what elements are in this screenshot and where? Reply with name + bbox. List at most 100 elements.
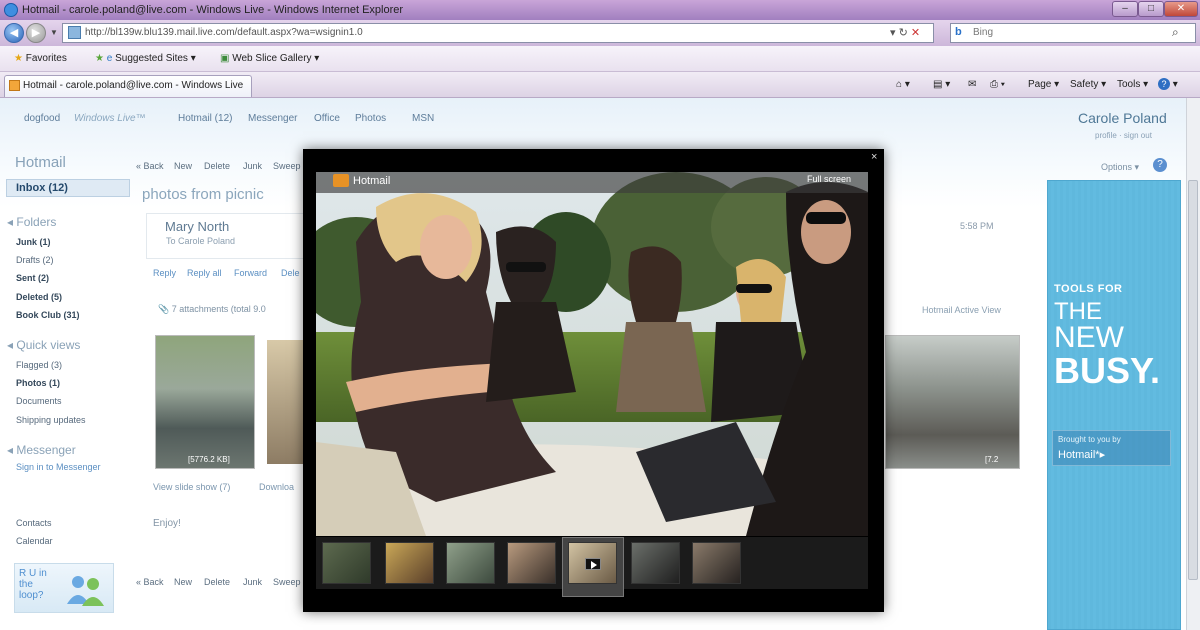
sidebar-item-book-club[interactable]: Book Club (31) — [16, 310, 80, 320]
search-icon[interactable]: ⌕ — [1172, 25, 1179, 40]
favorites-button[interactable]: ★ Favorites — [14, 51, 67, 67]
tools-menu[interactable]: Tools ▾ — [1117, 77, 1148, 93]
attachments-summary: 📎 7 attachments (total 9.0 — [158, 304, 266, 314]
window-titlebar: Hotmail - carole.poland@live.com - Windo… — [0, 0, 1200, 20]
viewer-brand: Hotmail — [353, 175, 391, 187]
strip-thumbnail[interactable] — [322, 542, 371, 584]
view-slideshow-link[interactable]: View slide show (7) — [153, 482, 230, 492]
topnav-photos[interactable]: Photos — [355, 113, 386, 124]
viewer-header — [316, 172, 868, 193]
reply-link[interactable]: Reply — [153, 268, 176, 278]
sidebar-item-documents[interactable]: Documents — [16, 396, 62, 406]
home-icon[interactable]: ⌂ ▾ — [896, 77, 910, 93]
user-name[interactable]: Carole Poland — [1078, 110, 1167, 126]
scrollbar-thumb[interactable] — [1188, 180, 1198, 580]
search-input[interactable]: Bing — [950, 23, 1196, 43]
forward-link[interactable]: Forward — [234, 268, 267, 278]
delete-button[interactable]: Delete — [204, 161, 230, 171]
main-photo[interactable] — [316, 172, 868, 536]
back-link-bottom[interactable]: « Back — [136, 577, 164, 587]
address-controls[interactable]: ▾ ↻ ✕ — [890, 24, 920, 42]
topnav-hotmail[interactable]: Hotmail (12) — [178, 113, 232, 124]
suggested-sites-link[interactable]: ★ e Suggested Sites ▾ — [95, 51, 196, 67]
message-subject: photos from picnic — [142, 186, 264, 203]
ad-sponsor-brand[interactable]: Hotmail*▸ — [1058, 448, 1105, 461]
strip-thumbnail[interactable] — [631, 542, 680, 584]
attachment-thumbnail[interactable] — [267, 340, 307, 464]
folders-header[interactable]: ◂ Folders — [7, 215, 56, 229]
attachment-thumbnail[interactable] — [155, 335, 255, 469]
contacts-link[interactable]: Contacts — [16, 518, 52, 528]
feeds-icon[interactable]: ▤ ▾ — [933, 77, 950, 93]
profile-signout-links[interactable]: profile · sign out — [1095, 131, 1152, 140]
back-link[interactable]: « Back — [136, 161, 164, 171]
reply-all-link[interactable]: Reply all — [187, 268, 222, 278]
page-icon — [68, 26, 81, 39]
strip-thumbnail[interactable] — [385, 542, 434, 584]
new-button-bottom[interactable]: New — [174, 577, 192, 587]
sidebar-item-inbox[interactable]: Inbox (12) — [6, 179, 130, 197]
advertisement[interactable] — [1047, 180, 1181, 630]
strip-thumbnail[interactable] — [692, 542, 741, 584]
sign-in-messenger-link[interactable]: Sign in to Messenger — [16, 462, 101, 472]
tab-hotmail[interactable]: Hotmail - carole.poland@live.com - Windo… — [4, 75, 252, 97]
ad-line-1: TOOLS FOR — [1054, 283, 1123, 295]
messenger-buddies-icon — [67, 576, 104, 606]
dogfood-link[interactable]: dogfood — [24, 113, 60, 124]
refresh-icon[interactable]: ↻ — [899, 27, 908, 39]
message-body: Enjoy! — [153, 518, 181, 529]
attachment-thumbnail[interactable] — [885, 335, 1020, 469]
close-window-button[interactable]: ✕ — [1164, 1, 1198, 17]
address-input[interactable]: http://bl139w.blu139.mail.live.com/defau… — [62, 23, 934, 43]
sidebar-item-junk[interactable]: Junk (1) — [16, 237, 51, 247]
page-menu[interactable]: Page ▾ — [1028, 77, 1059, 93]
strip-thumbnail[interactable] — [507, 542, 556, 584]
maximize-button[interactable]: □ — [1138, 1, 1164, 17]
safety-menu[interactable]: Safety ▾ — [1070, 77, 1106, 93]
full-screen-button[interactable]: Full screen — [807, 174, 851, 184]
play-icon[interactable] — [585, 558, 601, 570]
calendar-link[interactable]: Calendar — [16, 536, 53, 546]
topnav-messenger[interactable]: Messenger — [248, 113, 297, 124]
options-menu[interactable]: Options ▾ — [1101, 162, 1139, 173]
messenger-header[interactable]: ◂ Messenger — [7, 443, 76, 457]
help-menu-icon[interactable]: ? ▾ — [1158, 77, 1178, 93]
windows-live-logo[interactable]: Windows Live™ — [74, 113, 146, 124]
topnav-office[interactable]: Office — [314, 113, 340, 124]
window-title: Hotmail - carole.poland@live.com - Windo… — [22, 4, 404, 16]
sidebar-item-photos[interactable]: Photos (1) — [16, 378, 60, 388]
sweep-button-bottom[interactable]: Sweep — [273, 577, 301, 587]
sweep-button[interactable]: Sweep — [273, 161, 301, 171]
print-icon[interactable]: ⎙ ▾ — [990, 77, 1005, 93]
mail-icon[interactable]: ✉ — [968, 77, 976, 93]
strip-thumbnail[interactable] — [446, 542, 495, 584]
sidebar-item-deleted[interactable]: Deleted (5) — [16, 292, 62, 302]
new-button[interactable]: New — [174, 161, 192, 171]
forward-arrow-icon[interactable]: ▶ — [26, 23, 46, 43]
ad-line-4: BUSY. — [1054, 350, 1161, 391]
sidebar-item-drafts[interactable]: Drafts (2) — [16, 255, 54, 265]
sidebar-item-flagged[interactable]: Flagged (3) — [16, 360, 62, 370]
favorites-add-icon: ★ — [95, 53, 104, 64]
star-icon: ★ — [14, 53, 23, 64]
recipient-line: To Carole Poland — [166, 236, 236, 246]
quick-views-header[interactable]: ◂ Quick views — [7, 338, 80, 352]
close-icon[interactable]: × — [871, 151, 877, 163]
web-slice-icon: ▣ — [220, 53, 230, 64]
junk-button[interactable]: Junk — [243, 161, 262, 171]
junk-button-bottom[interactable]: Junk — [243, 577, 262, 587]
minimize-button[interactable]: – — [1112, 1, 1138, 17]
web-slice-gallery-link[interactable]: ▣ Web Slice Gallery ▾ — [220, 51, 319, 67]
stop-icon[interactable]: ✕ — [911, 27, 920, 39]
back-arrow-icon[interactable]: ◀ — [4, 23, 24, 43]
delete-button-bottom[interactable]: Delete — [204, 577, 230, 587]
help-icon[interactable]: ? — [1153, 158, 1167, 172]
download-link[interactable]: Downloa — [259, 482, 294, 492]
delete-link[interactable]: Dele — [281, 268, 300, 278]
sidebar-item-shipping[interactable]: Shipping updates — [16, 415, 86, 425]
picnic-photo — [316, 172, 868, 536]
sender-name[interactable]: Mary North — [165, 219, 229, 234]
recent-pages-dropdown-icon[interactable]: ▼ — [50, 28, 58, 37]
topnav-msn[interactable]: MSN — [412, 113, 434, 124]
sidebar-item-sent[interactable]: Sent (2) — [16, 273, 49, 283]
